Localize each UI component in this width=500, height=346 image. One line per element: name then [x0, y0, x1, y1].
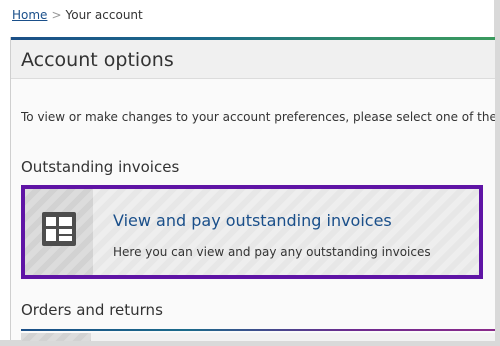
- breadcrumb-separator: >: [51, 8, 62, 22]
- view-pay-invoices-card[interactable]: View and pay outstanding invoices Here y…: [21, 185, 483, 279]
- section-divider: [21, 329, 495, 331]
- page-frame: Home > Your account Account options To vie…: [0, 0, 500, 346]
- breadcrumb-home-link[interactable]: Home: [12, 8, 47, 22]
- card-icon-area: [25, 189, 93, 275]
- card-description: Here you can view and pay any outstandin…: [113, 245, 431, 259]
- page-title: Account options: [21, 49, 174, 71]
- invoice-grid-icon: [42, 212, 76, 246]
- card-title[interactable]: View and pay outstanding invoices: [113, 211, 392, 230]
- intro-text: To view or make changes to your account …: [21, 110, 495, 124]
- breadcrumb-current: Your account: [65, 8, 143, 22]
- orders-card-icon-area: [21, 333, 91, 341]
- panel-header: Account options: [11, 40, 495, 79]
- section-heading-outstanding-invoices: Outstanding invoices: [21, 158, 180, 176]
- orders-card-partial[interactable]: [21, 333, 495, 341]
- breadcrumb: Home > Your account: [12, 8, 143, 22]
- section-heading-orders-returns: Orders and returns: [21, 301, 163, 319]
- account-options-panel: Account options To view or make changes …: [10, 37, 495, 341]
